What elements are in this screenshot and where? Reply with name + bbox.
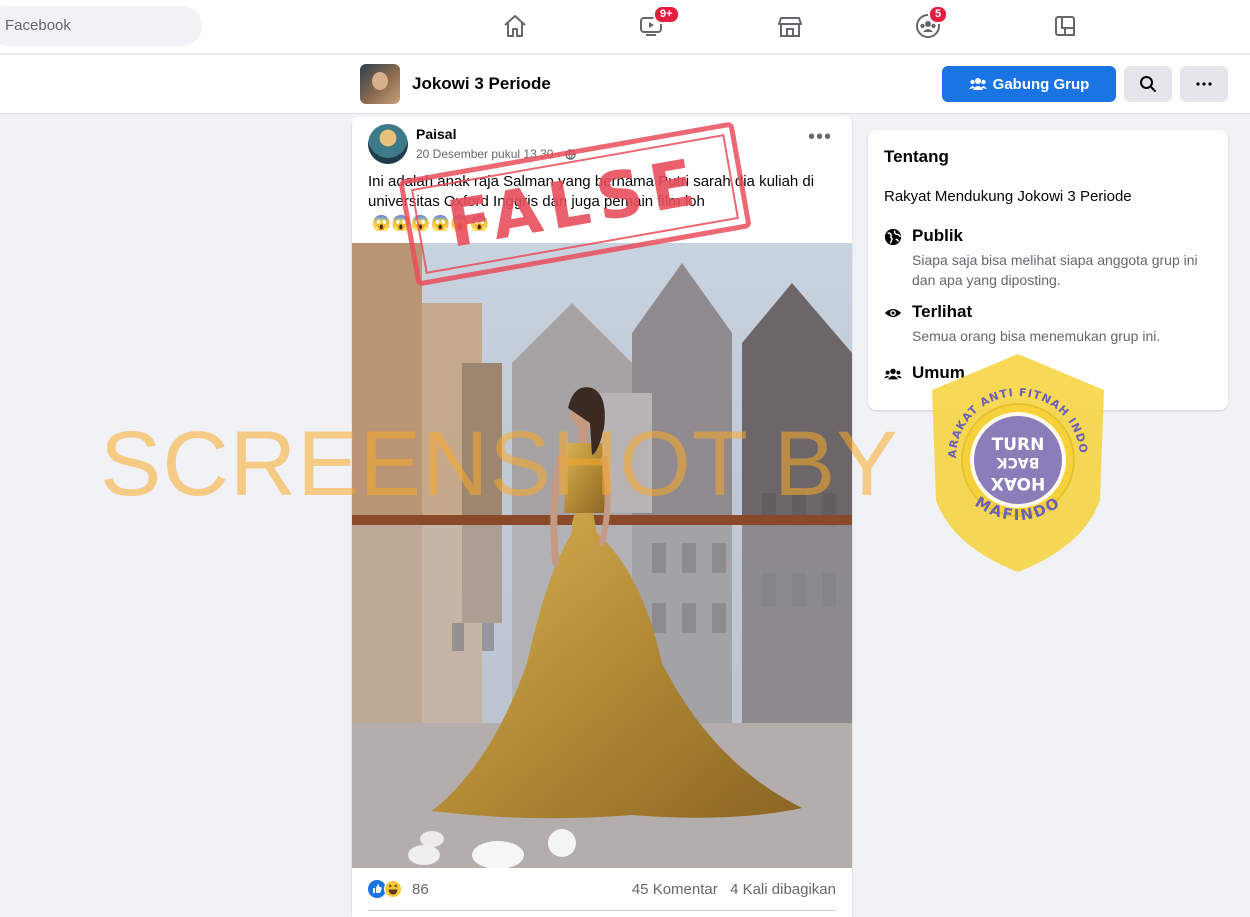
people-icon (968, 78, 987, 90)
globe-icon (565, 148, 577, 160)
share-count[interactable]: 4 Kali dibagikan (730, 881, 836, 898)
post-divider (368, 910, 836, 911)
join-group-button[interactable]: Gabung Grup (942, 66, 1116, 102)
home-icon[interactable] (495, 8, 535, 44)
watch-icon[interactable]: 9+ (631, 5, 680, 44)
about-row-description: Semua orang bisa menemukan grup ini. (912, 328, 1161, 344)
post-options-icon[interactable]: ••• (808, 127, 832, 147)
comment-count[interactable]: 45 Komentar (632, 881, 718, 898)
more-dots-icon (1196, 82, 1212, 86)
people-icon (884, 368, 902, 380)
watch-notification-badge: 9+ (653, 5, 680, 24)
post-meta: 20 Desember pukul 13.30 · (416, 147, 577, 161)
post-photo[interactable] (352, 243, 852, 868)
post-timestamp[interactable]: 20 Desember pukul 13.30 (416, 147, 553, 161)
join-group-label: Gabung Grup (992, 75, 1090, 93)
groups-notification-badge: 5 (928, 5, 949, 24)
gaming-icon[interactable] (1045, 8, 1085, 44)
about-row-title: Umum (912, 363, 965, 382)
more-options-button[interactable] (1180, 66, 1228, 102)
search-group-button[interactable] (1124, 66, 1172, 102)
post-card: Paisal 20 Desember pukul 13.30 · ••• Ini… (352, 116, 852, 917)
top-navigation-bar: Facebook 9+ 5 (0, 0, 1250, 54)
about-row-title: Publik (912, 226, 964, 245)
author-avatar[interactable] (368, 124, 408, 164)
globe-icon (884, 228, 902, 246)
meta-separator: · (557, 147, 562, 161)
search-icon (1140, 76, 1156, 92)
about-description: Rakyat Mendukung Jokowi 3 Periode (884, 188, 1132, 205)
svg-text:HOAX: HOAX (991, 473, 1046, 493)
about-row-title: Terlihat (912, 302, 973, 321)
svg-text:MAFINDO: MAFINDO (972, 493, 1064, 524)
group-avatar[interactable] (360, 64, 400, 104)
post-emojis: 😱😱😱😱😱😱 (372, 215, 491, 232)
eye-icon (884, 308, 902, 318)
reaction-summary[interactable]: 86 (368, 880, 429, 898)
about-card: Tentang Rakyat Mendukung Jokowi 3 Period… (868, 130, 1228, 410)
group-name[interactable]: Jokowi 3 Periode (412, 74, 551, 94)
marketplace-icon[interactable] (770, 8, 810, 44)
post-text: Ini adalah anak raja Salman yang bernama… (368, 173, 815, 210)
svg-text:TURN: TURN (992, 435, 1045, 455)
about-row-description: Siapa saja bisa melihat siapa anggota gr… (912, 252, 1198, 288)
post-stats: 45 Komentar 4 Kali dibagikan (632, 881, 836, 898)
svg-text:BACK: BACK (996, 454, 1040, 470)
groups-icon[interactable]: 5 (908, 5, 949, 44)
group-header-bar: Jokowi 3 Periode Gabung Grup (0, 55, 1250, 114)
haha-reaction-icon (384, 880, 402, 898)
search-input[interactable]: Facebook (0, 6, 202, 46)
reaction-count: 86 (412, 880, 429, 898)
author-name[interactable]: Paisal (416, 126, 456, 142)
about-title: Tentang (884, 147, 949, 166)
